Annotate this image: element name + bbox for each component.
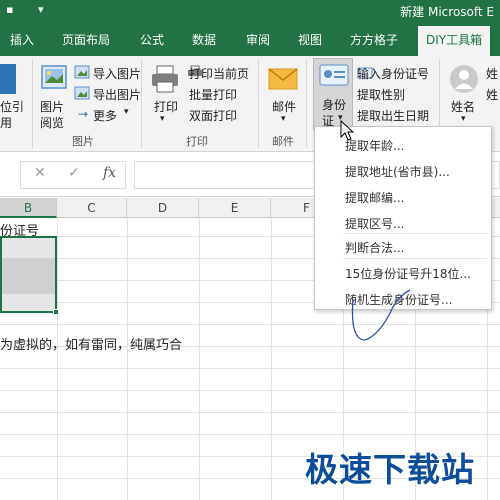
- enter-formula-icon[interactable]: ✓: [68, 165, 80, 181]
- more-arrow-icon: →: [78, 107, 89, 121]
- more-button[interactable]: 更多: [93, 107, 117, 124]
- row-line: [0, 412, 500, 413]
- import-image-icon: [74, 65, 90, 79]
- column-header-d[interactable]: D: [127, 198, 199, 218]
- fill-handle[interactable]: [53, 309, 59, 315]
- duplex-print-button[interactable]: 双面打印: [189, 107, 237, 124]
- col-line: [271, 218, 272, 500]
- group-separator: [306, 60, 307, 148]
- watermark-text: 极速下载站: [305, 450, 475, 489]
- image-viewer-label-2: 阅览: [40, 116, 65, 130]
- printer-icon: [152, 65, 178, 93]
- print-label: 打印: [154, 100, 179, 114]
- print-dropdown-icon[interactable]: ▾: [160, 114, 165, 124]
- row-line: [0, 368, 500, 369]
- annotation-stroke: [351, 289, 411, 341]
- menu-separator: [343, 233, 487, 234]
- partial-reference-icon[interactable]: [0, 64, 16, 94]
- partial-label-1: 位引: [0, 100, 25, 114]
- window-title: 新建 Microsoft E: [400, 5, 494, 19]
- image-viewer-label-1: 图片: [40, 100, 65, 114]
- menu-item-extract-area-code[interactable]: 提取区号...: [345, 215, 404, 232]
- cancel-formula-icon[interactable]: ✕: [34, 165, 46, 181]
- menu-item-validate[interactable]: 判断合法...: [345, 239, 404, 256]
- mouse-cursor-icon: [340, 120, 355, 141]
- save-icon[interactable]: ▪: [6, 3, 13, 16]
- group-separator: [141, 60, 142, 148]
- tab-insert[interactable]: 插入: [10, 31, 34, 48]
- extract-birthday-button[interactable]: 提取出生日期: [357, 107, 429, 124]
- group-separator: [32, 60, 33, 148]
- selected-range[interactable]: [0, 236, 59, 315]
- name-label: 姓名: [451, 100, 476, 114]
- export-image-icon: [74, 86, 90, 100]
- tab-review[interactable]: 审阅: [246, 31, 270, 48]
- image-viewer-button[interactable]: [40, 64, 68, 94]
- mail-icon: [268, 68, 298, 90]
- name-button[interactable]: [449, 64, 479, 94]
- tab-page-layout[interactable]: 页面布局: [62, 31, 110, 48]
- tab-diy-toolbox[interactable]: DIY工具箱: [418, 26, 491, 56]
- mail-button[interactable]: [268, 66, 298, 92]
- selected-cells-fill: [2, 258, 55, 294]
- menu-separator: [343, 258, 487, 259]
- partial-label-2: 用: [0, 116, 13, 130]
- extract-gender-button[interactable]: 提取性别: [357, 86, 405, 103]
- tab-formulas[interactable]: 公式: [140, 31, 164, 48]
- tab-fangfang[interactable]: 方方格子: [350, 31, 398, 48]
- col-line: [127, 218, 128, 500]
- id-card-icon: [319, 64, 349, 86]
- group-separator: [258, 60, 259, 148]
- column-header-b[interactable]: B: [0, 198, 57, 218]
- mail-label: 邮件: [272, 100, 297, 114]
- export-images-button[interactable]: 导出图片: [93, 86, 141, 103]
- col-line: [199, 218, 200, 500]
- name-partial-2[interactable]: 姓: [486, 86, 498, 103]
- tab-data[interactable]: 数据: [192, 31, 216, 48]
- menu-item-extract-address[interactable]: 提取地址(省市县)...: [345, 163, 450, 180]
- column-header-e[interactable]: E: [199, 198, 271, 218]
- row-line: [0, 434, 500, 435]
- menu-item-extract-zipcode[interactable]: 提取邮编...: [345, 189, 404, 206]
- note-cell[interactable]: 为虚拟的，如有雷同，纯属巧合: [0, 334, 182, 353]
- image-viewer-icon: [41, 65, 67, 89]
- mail-dropdown-icon[interactable]: ▾: [281, 114, 286, 124]
- name-dropdown-icon[interactable]: ▾: [461, 114, 466, 124]
- mail-group-title: 邮件: [272, 135, 294, 148]
- insert-function-icon[interactable]: fx: [103, 165, 116, 181]
- column-header-c[interactable]: C: [57, 198, 127, 218]
- customize-quick-access-icon[interactable]: ▾: [38, 3, 44, 16]
- id-card-dropdown-menu: 提取年龄... 提取地址(省市县)... 提取邮编... 提取区号... 判断合…: [314, 126, 492, 310]
- id-card-label-1: 身份: [322, 98, 347, 112]
- more-dropdown-icon[interactable]: ▾: [124, 107, 129, 117]
- enter-id-button[interactable]: 输入身份证号: [357, 65, 429, 82]
- import-images-button[interactable]: 导入图片: [93, 65, 141, 82]
- menu-item-upgrade-15-to-18[interactable]: 15位身份证号升18位...: [345, 265, 471, 282]
- print-group-title: 打印: [186, 135, 208, 148]
- tab-view[interactable]: 视图: [298, 31, 322, 48]
- image-group-title: 图片: [72, 135, 94, 148]
- batch-print-button[interactable]: 批量打印: [189, 86, 237, 103]
- print-button[interactable]: [150, 64, 180, 94]
- col-line: [57, 218, 58, 500]
- print-current-page-button[interactable]: 打印当前页: [189, 65, 249, 82]
- row-line: [0, 390, 500, 391]
- ribbon-tabs: 插入 页面布局 公式 数据 审阅 视图 方方格子 DIY工具箱: [0, 22, 500, 56]
- row-line: [0, 324, 500, 325]
- title-bar: ▪ ▾ 新建 Microsoft E: [0, 0, 500, 22]
- name-partial-1[interactable]: 姓: [486, 65, 498, 82]
- person-icon: [450, 65, 478, 93]
